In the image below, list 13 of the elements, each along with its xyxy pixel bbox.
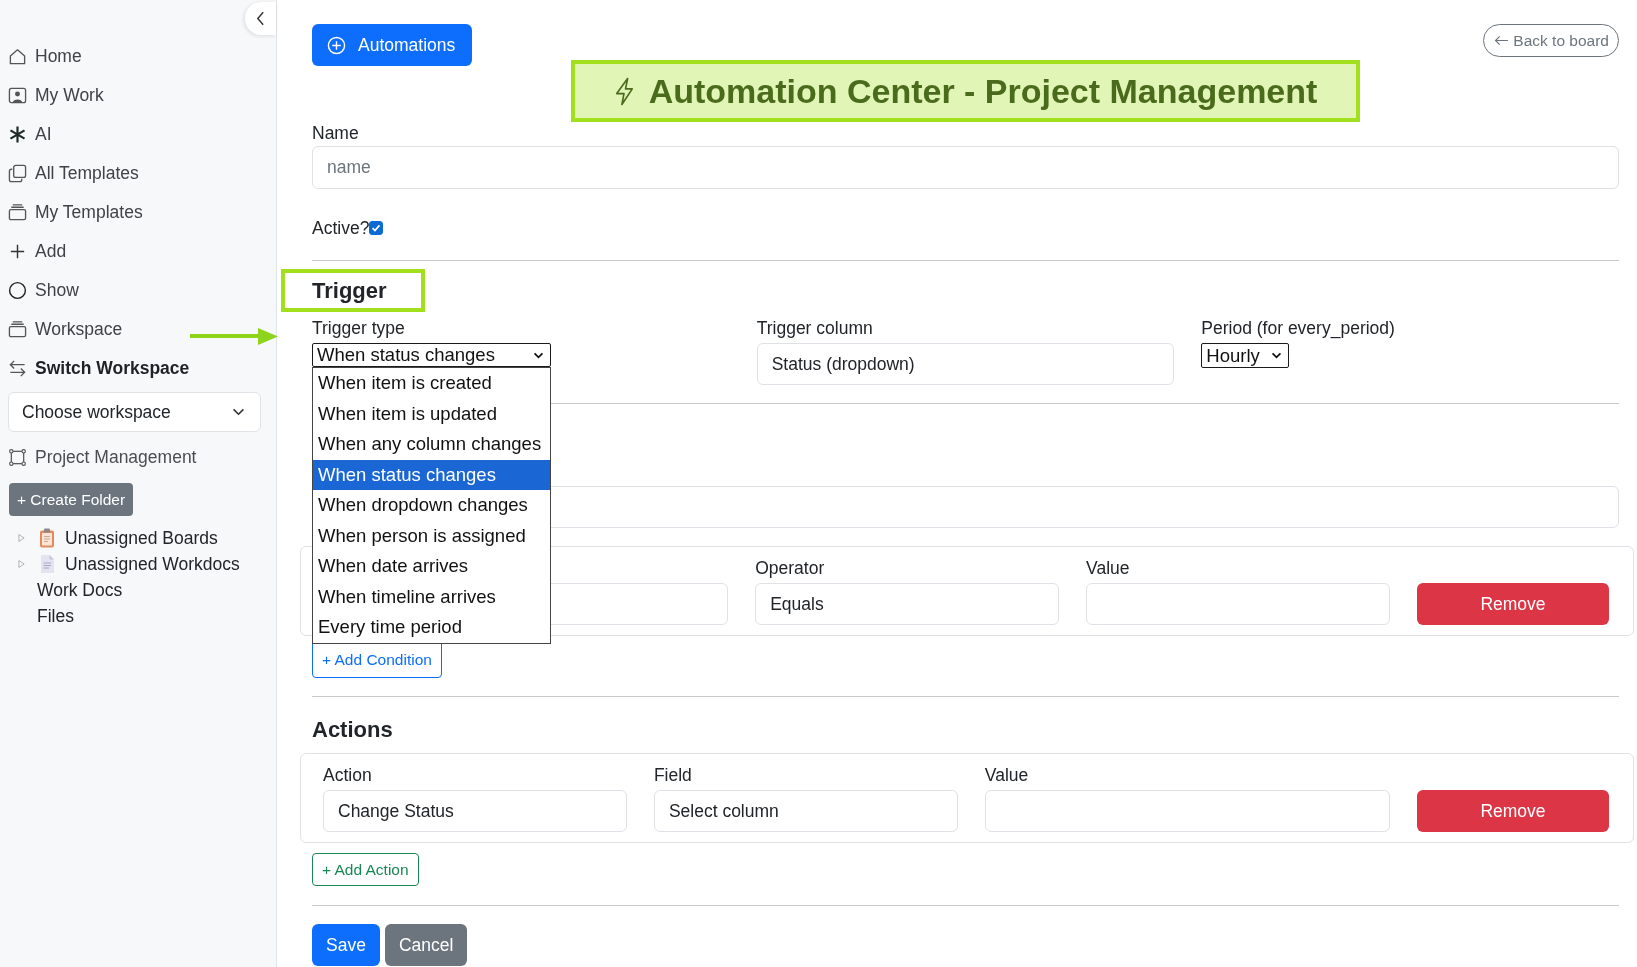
field-label: Action	[323, 764, 373, 786]
field-label: Name	[312, 122, 360, 144]
section-heading: Actions	[312, 716, 394, 744]
field-label: Trigger column	[756, 317, 874, 339]
page-title: Automation Center - Project Management	[648, 71, 1318, 111]
section-heading: Trigger	[312, 277, 387, 304]
field-label: Value	[1086, 557, 1131, 579]
field-label: Value	[984, 764, 1030, 786]
field-label: Trigger type	[312, 317, 406, 339]
field-label: Active?	[312, 217, 370, 239]
field-label: Operator	[755, 557, 826, 579]
field-label: Field	[653, 764, 693, 786]
field-label: Period (for every_period)	[1201, 317, 1396, 339]
